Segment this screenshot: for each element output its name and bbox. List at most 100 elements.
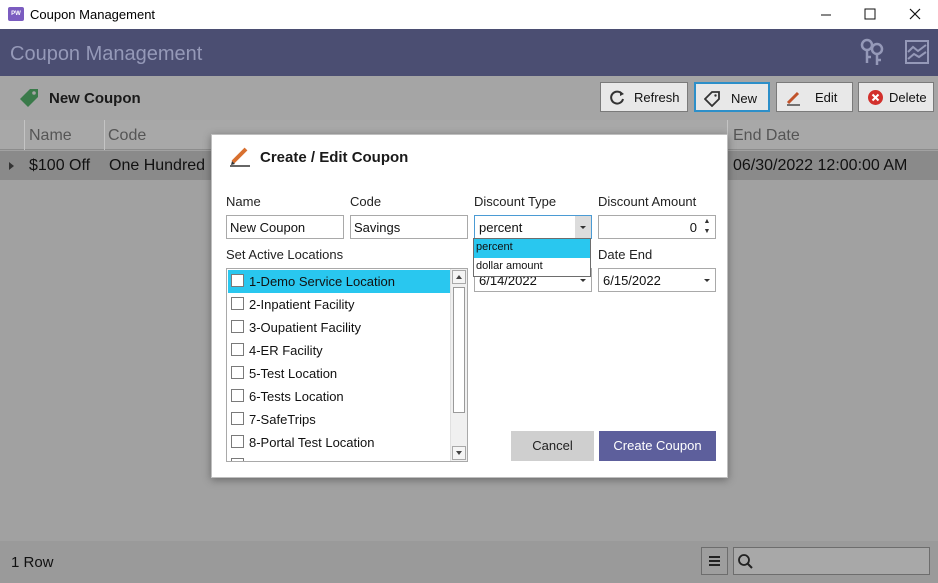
delete-button[interactable]: Delete [858, 82, 934, 112]
scroll-down-icon[interactable] [452, 446, 466, 460]
location-label: 7-SafeTrips [249, 412, 316, 427]
column-header-name[interactable]: Name [29, 127, 72, 145]
cancel-button[interactable]: Cancel [511, 431, 594, 461]
discount-type-value: percent [479, 220, 523, 235]
status-bar: 1 Row [0, 541, 938, 583]
date-end-picker[interactable]: 6/15/2022 [598, 268, 716, 292]
list-item[interactable]: 1-Demo Service Location [228, 270, 450, 293]
list-item[interactable]: 8-Portal Test Location [228, 431, 450, 454]
column-separator [104, 120, 105, 150]
column-separator [24, 120, 25, 150]
list-item[interactable]: 3-Oupatient Facility [228, 316, 450, 339]
location-label: 8-Portal Test Location [249, 435, 375, 450]
toolbar-title: New Coupon [49, 90, 141, 107]
search-input[interactable] [733, 547, 930, 575]
keys-icon[interactable] [858, 37, 886, 67]
close-icon [909, 8, 921, 20]
checkbox[interactable] [231, 274, 244, 287]
scroll-thumb[interactable] [453, 287, 465, 413]
checkbox[interactable] [231, 458, 244, 461]
locations-label: Set Active Locations [226, 247, 344, 262]
list-item[interactable]: 4-ER Facility [228, 339, 450, 362]
spin-up-icon[interactable]: ▲ [701, 217, 713, 227]
row-count: 1 Row [11, 554, 54, 571]
hamburger-icon [709, 556, 720, 566]
date-end-value: 6/15/2022 [603, 273, 661, 288]
code-field[interactable] [350, 215, 468, 239]
location-label: 5-Test Location [249, 366, 338, 381]
column-header-code[interactable]: Code [108, 127, 146, 145]
window-title: Coupon Management [30, 7, 156, 22]
checkbox[interactable] [231, 343, 244, 356]
list-item[interactable]: 7-SafeTrips [228, 408, 450, 431]
dialog-title: Create / Edit Coupon [260, 149, 409, 166]
discount-amount-value: 0 [689, 220, 697, 235]
window-titlebar: PW Coupon Management [0, 0, 938, 29]
refresh-icon [610, 90, 624, 105]
delete-label: Delete [889, 90, 927, 105]
cell-name: $100 Off [29, 157, 91, 174]
discount-type-dropdown[interactable]: percent dollar amount [473, 238, 591, 277]
app-header: Coupon Management [0, 29, 938, 76]
locations-list[interactable]: 1-Demo Service Location 2-Inpatient Faci… [226, 268, 468, 462]
name-field[interactable] [226, 215, 344, 239]
code-label: Code [350, 194, 382, 209]
checkbox[interactable] [231, 435, 244, 448]
maximize-icon [864, 8, 876, 20]
discount-amount-label: Discount Amount [598, 194, 697, 209]
create-coupon-button[interactable]: Create Coupon [599, 431, 716, 461]
pencil-icon [230, 147, 250, 167]
checkbox[interactable] [231, 297, 244, 310]
location-label: 1-Demo Service Location [249, 274, 395, 289]
edit-button[interactable]: Edit [776, 82, 853, 112]
name-label: Name [226, 194, 261, 209]
new-tag-icon [704, 91, 720, 107]
list-scrollbar[interactable] [450, 269, 467, 461]
search-icon [738, 554, 753, 569]
report-icon[interactable] [903, 37, 931, 67]
minimize-button[interactable] [803, 0, 849, 29]
dropdown-option-dollar-amount[interactable]: dollar amount [474, 258, 590, 277]
minimize-icon [821, 14, 831, 16]
close-button[interactable] [892, 0, 938, 29]
location-label: 3-Oupatient Facility [249, 320, 361, 335]
cell-code: One Hundred [109, 157, 206, 174]
refresh-button[interactable]: Refresh [600, 82, 688, 112]
date-end-label: Date End [598, 247, 653, 262]
chevron-down-icon[interactable] [699, 269, 715, 291]
toolbar: New Coupon Refresh New Edit Delete [0, 76, 938, 120]
checkbox[interactable] [231, 412, 244, 425]
list-item[interactable]: 6-Tests Location [228, 385, 450, 408]
checkbox[interactable] [231, 320, 244, 333]
new-label: New [731, 91, 758, 106]
discount-amount-stepper[interactable]: 0 ▲ ▼ [598, 215, 716, 239]
row-indicator-icon [9, 162, 14, 170]
location-label: 2-Inpatient Facility [249, 297, 355, 312]
list-item[interactable] [228, 454, 450, 461]
scroll-up-icon[interactable] [452, 270, 466, 284]
list-item[interactable]: 2-Inpatient Facility [228, 293, 450, 316]
cell-end-date: 06/30/2022 12:00:00 AM [733, 157, 908, 174]
location-label: 4-ER Facility [249, 343, 323, 358]
refresh-label: Refresh [634, 90, 680, 105]
discount-type-select[interactable]: percent [474, 215, 592, 239]
checkbox[interactable] [231, 389, 244, 402]
app-title: Coupon Management [10, 43, 203, 65]
tag-icon [20, 89, 38, 107]
maximize-button[interactable] [847, 0, 893, 29]
column-menu-button[interactable] [701, 547, 728, 575]
edit-label: Edit [815, 90, 838, 105]
create-edit-coupon-dialog: Create / Edit Coupon Name Code Discount … [211, 134, 728, 478]
column-header-end-date[interactable]: End Date [733, 127, 800, 145]
new-button[interactable]: New [694, 82, 770, 112]
delete-icon [868, 90, 883, 105]
app-icon: PW [8, 7, 24, 21]
spin-down-icon[interactable]: ▼ [701, 227, 713, 237]
location-label: 6-Tests Location [249, 389, 344, 404]
list-item[interactable]: 5-Test Location [228, 362, 450, 385]
edit-pencil-icon [786, 91, 800, 106]
checkbox[interactable] [231, 366, 244, 379]
chevron-down-icon[interactable] [575, 216, 591, 238]
discount-type-label: Discount Type [474, 194, 557, 209]
dropdown-option-percent[interactable]: percent [474, 239, 590, 258]
